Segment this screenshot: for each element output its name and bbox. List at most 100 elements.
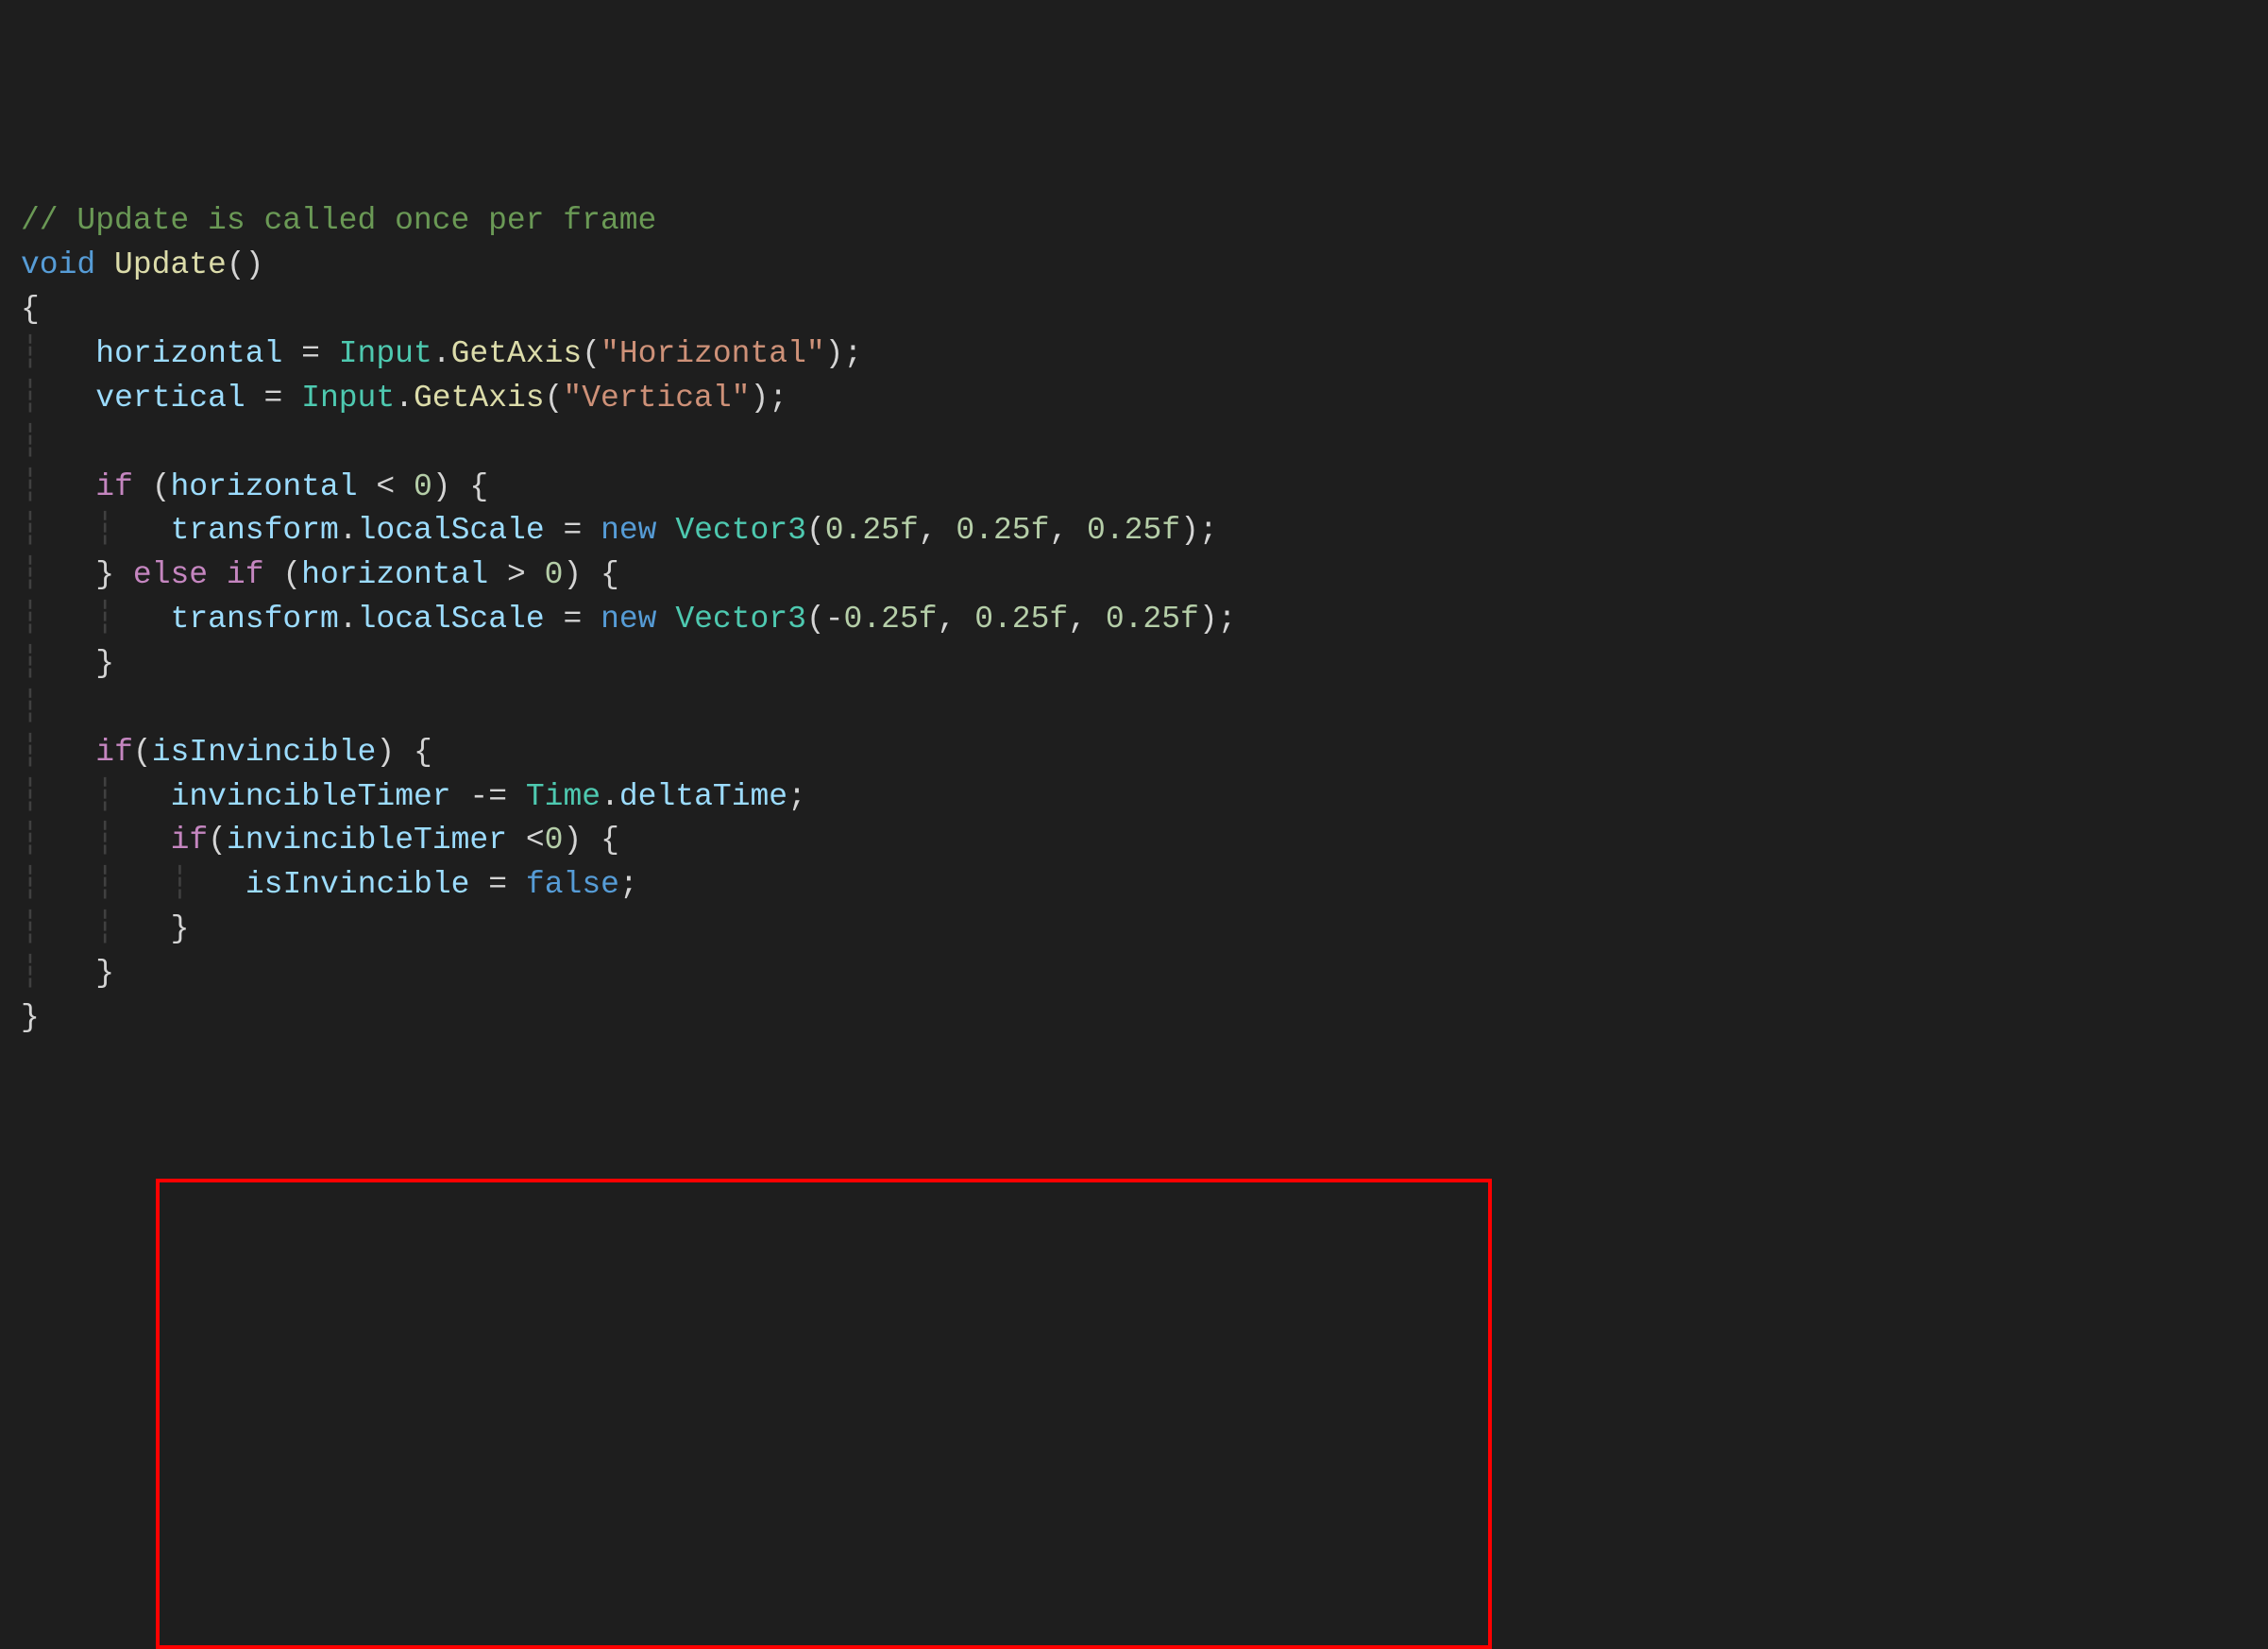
close-brace: }: [95, 646, 114, 681]
end: );: [1180, 513, 1218, 548]
end: ) {: [563, 557, 618, 592]
comma: ,: [1068, 602, 1106, 637]
highlight-annotation: [156, 1179, 1492, 1649]
operator: <: [358, 469, 414, 504]
end: );: [750, 381, 787, 416]
indent-guide: ┆: [21, 956, 95, 991]
indent-guide: ┆: [21, 336, 95, 371]
property: deltaTime: [619, 779, 787, 814]
number: 0.25f: [844, 602, 938, 637]
comma: ,: [919, 513, 956, 548]
end: );: [1199, 602, 1237, 637]
parentheses: (): [227, 247, 264, 282]
keyword-new: new: [601, 513, 656, 548]
type-name: Vector3: [675, 513, 806, 548]
indent-guide: ┆: [21, 690, 40, 725]
method-call: GetAxis: [451, 336, 583, 371]
indent-guide: ┆ ┆: [21, 911, 171, 946]
close-brace: }: [95, 956, 114, 991]
class-name: Time: [526, 779, 601, 814]
variable: invincibleTimer: [171, 779, 451, 814]
paren: (: [545, 381, 564, 416]
number: 0.25f: [956, 513, 1049, 548]
code-editor[interactable]: // Update is called once per frame void …: [21, 199, 2247, 1040]
variable: vertical: [95, 381, 245, 416]
number: 0: [545, 823, 564, 858]
dot: .: [339, 513, 358, 548]
type-name: Vector3: [675, 602, 806, 637]
keyword-if: if: [171, 823, 209, 858]
keyword-new: new: [601, 602, 656, 637]
number: 0.25f: [974, 602, 1068, 637]
dot: .: [601, 779, 619, 814]
variable: isInvincible: [152, 735, 377, 770]
end: ;: [787, 779, 806, 814]
paren: (: [582, 336, 601, 371]
class-name: Input: [339, 336, 432, 371]
paren: (: [133, 469, 171, 504]
number: 0.25f: [825, 513, 919, 548]
space: [657, 602, 676, 637]
object: transform: [171, 602, 339, 637]
paren: (-: [806, 602, 844, 637]
end: ) {: [376, 735, 432, 770]
dot: .: [339, 602, 358, 637]
paren: (: [806, 513, 825, 548]
keyword-if: if: [95, 735, 133, 770]
indent-guide: ┆ ┆: [21, 779, 171, 814]
variable: horizontal: [95, 336, 282, 371]
class-name: Input: [301, 381, 395, 416]
operator: >: [488, 557, 544, 592]
end: );: [825, 336, 863, 371]
dot: .: [432, 336, 451, 371]
indent-guide: ┆: [21, 425, 40, 460]
number: 0.25f: [1087, 513, 1180, 548]
indent-guide: ┆ ┆: [21, 602, 171, 637]
close-brace: }: [171, 911, 190, 946]
indent-guide: ┆: [21, 646, 95, 681]
indent-guide: ┆: [21, 469, 95, 504]
comma: ,: [1049, 513, 1087, 548]
object: transform: [171, 513, 339, 548]
operator: =: [245, 381, 301, 416]
method-call: GetAxis: [414, 381, 545, 416]
paren: (: [264, 557, 302, 592]
indent-guide: ┆ ┆: [21, 513, 171, 548]
string-literal: "Vertical": [563, 381, 750, 416]
property: localScale: [358, 602, 545, 637]
variable: horizontal: [301, 557, 488, 592]
close-brace: }: [21, 1000, 40, 1035]
property: localScale: [358, 513, 545, 548]
indent-guide: ┆ ┆: [21, 823, 171, 858]
comma: ,: [938, 602, 975, 637]
keyword-else-if: else if: [114, 557, 263, 592]
paren: (: [208, 823, 227, 858]
number: 0: [414, 469, 432, 504]
space: [657, 513, 676, 548]
operator: =: [282, 336, 338, 371]
keyword-false: false: [526, 867, 619, 902]
comment-line: // Update is called once per frame: [21, 203, 656, 238]
variable: isInvincible: [245, 867, 470, 902]
paren: (: [133, 735, 152, 770]
indent-guide: ┆: [21, 735, 95, 770]
end: ) {: [432, 469, 488, 504]
number: 0: [545, 557, 564, 592]
end: ) {: [563, 823, 618, 858]
variable: invincibleTimer: [227, 823, 507, 858]
string-literal: "Horizontal": [601, 336, 825, 371]
operator: =: [545, 602, 601, 637]
indent-guide: ┆ ┆ ┆: [21, 867, 245, 902]
indent-guide: ┆: [21, 381, 95, 416]
operator: =: [545, 513, 601, 548]
open-brace: {: [21, 292, 40, 327]
indent-guide: ┆: [21, 557, 95, 592]
dot: .: [395, 381, 414, 416]
variable: horizontal: [171, 469, 358, 504]
close-brace: }: [95, 557, 114, 592]
operator: =: [469, 867, 525, 902]
number: 0.25f: [1106, 602, 1199, 637]
keyword-void: void: [21, 247, 95, 282]
operator: <: [507, 823, 545, 858]
operator: -=: [451, 779, 526, 814]
